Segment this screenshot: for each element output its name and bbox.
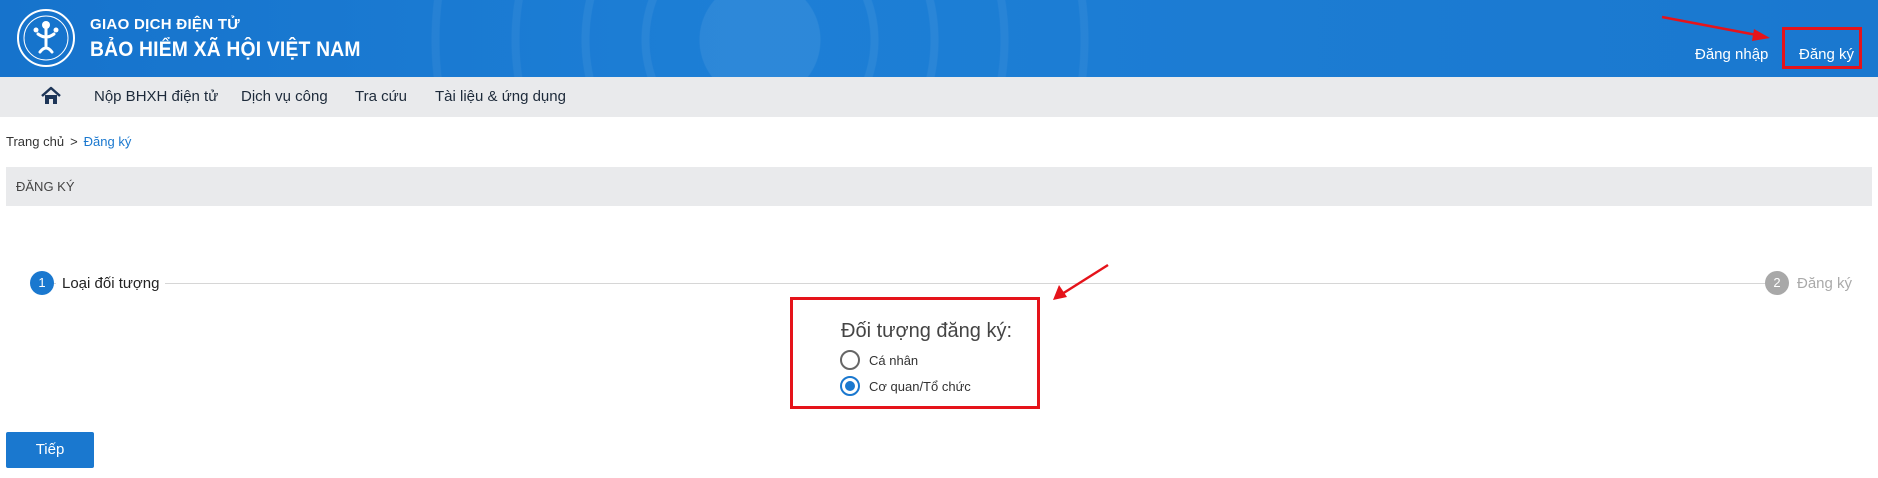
brand-title[interactable]: BẢO HIỂM XÃ HỘI VIỆT NAM [90, 38, 361, 62]
home-icon[interactable] [40, 85, 62, 107]
next-button[interactable]: Tiếp [6, 432, 94, 468]
annotation-box-register [1782, 27, 1862, 69]
form-title: Đối tượng đăng ký: [841, 320, 1013, 342]
site-header: GIAO DỊCH ĐIỆN TỬ BẢO HIỂM XÃ HỘI VIỆT N… [0, 0, 1878, 77]
step-2-indicator: 2 [1765, 271, 1789, 295]
option-individual[interactable]: Cá nhân [840, 350, 918, 370]
bhxh-logo-icon[interactable] [16, 8, 76, 68]
main-nav: Nộp BHXH điện tử Dịch vụ công Tra cứu Tà… [0, 77, 1878, 117]
radio-label-individual[interactable]: Cá nhân [869, 353, 918, 368]
registration-type-form: Đối tượng đăng ký: Cá nhân Cơ quan/Tổ ch… [790, 297, 1040, 409]
option-organization[interactable]: Cơ quan/Tổ chức [840, 376, 971, 396]
step-1-indicator: 1 [30, 271, 54, 295]
radio-label-organization[interactable]: Cơ quan/Tổ chức [869, 379, 971, 394]
nav-item-tai-lieu[interactable]: Tài liệu & ứng dụng [435, 88, 566, 105]
nav-item-nop-bhxh[interactable]: Nộp BHXH điện tử [94, 88, 218, 105]
breadcrumb: Trang chủ > Đăng ký [6, 134, 131, 149]
breadcrumb-home[interactable]: Trang chủ [6, 134, 64, 149]
login-link[interactable]: Đăng nhập [1695, 46, 1768, 63]
radio-organization[interactable] [840, 376, 860, 396]
section-title: ĐĂNG KÝ [6, 167, 1872, 206]
breadcrumb-current: Đăng ký [83, 134, 132, 149]
breadcrumb-separator: > [70, 134, 78, 149]
step-2-label: Đăng ký [1791, 275, 1859, 292]
brand-subtitle: GIAO DỊCH ĐIỆN TỬ [90, 16, 241, 33]
stepper-line [42, 283, 1772, 284]
radio-individual[interactable] [840, 350, 860, 370]
step-1-label: Loại đối tượng [56, 275, 166, 292]
nav-item-tra-cuu[interactable]: Tra cứu [355, 88, 407, 105]
nav-item-dich-vu-cong[interactable]: Dịch vụ công [241, 88, 328, 105]
